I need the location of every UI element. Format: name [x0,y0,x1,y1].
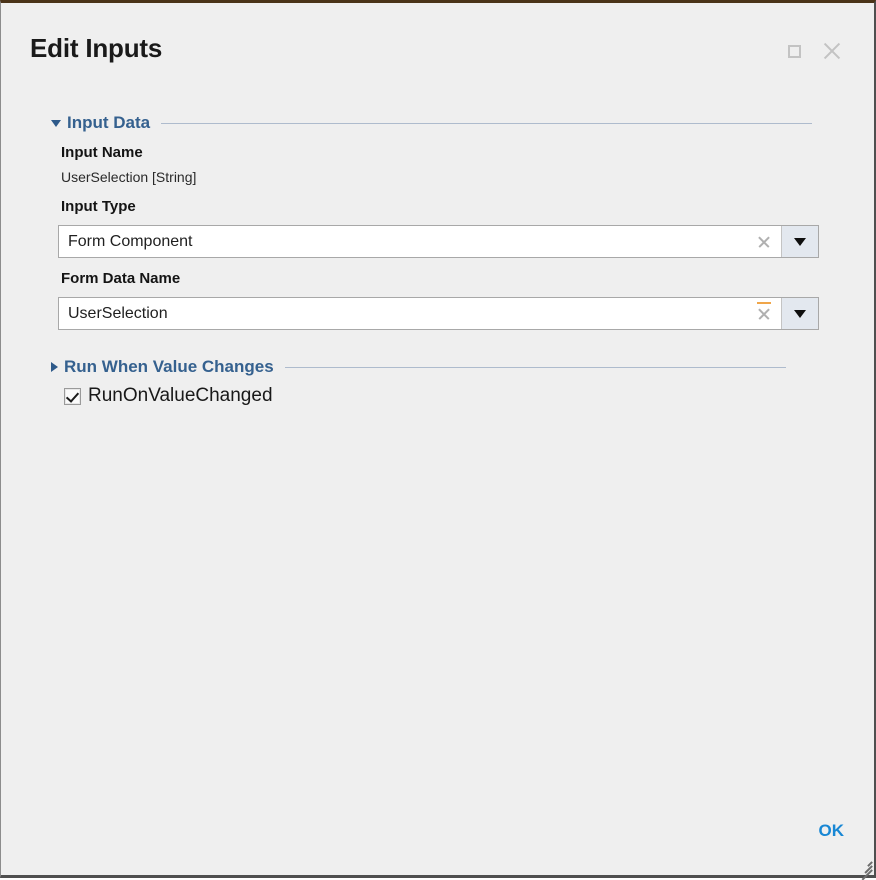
close-icon [822,41,842,61]
form-data-name-clear-button[interactable] [747,298,781,329]
input-type-value[interactable]: Form Component [59,226,747,257]
input-name-value: UserSelection [String] [61,169,197,185]
close-button[interactable] [820,39,844,63]
run-on-value-changed-checkbox[interactable] [64,387,81,405]
input-type-dropdown-button[interactable] [781,226,818,257]
chevron-right-icon [51,362,58,372]
form-data-name-value[interactable]: UserSelection [59,298,747,329]
group-header-run-when-value-changes-label: Run When Value Changes [64,357,274,376]
form-data-name-dropdown-button[interactable] [781,298,818,329]
dialog-title: Edit Inputs [30,33,163,63]
form-data-name-label: Form Data Name [61,270,181,287]
input-type-clear-button[interactable] [747,226,781,257]
chevron-down-icon [794,309,806,318]
window-controls [782,39,844,63]
input-type-combobox[interactable]: Form Component [58,225,819,258]
input-type-label: Input Type [61,198,136,215]
group-divider [284,366,786,368]
clear-icon [758,235,771,248]
run-on-value-changed-label: RunOnValueChanged [88,385,273,406]
form-data-name-combobox[interactable]: UserSelection [58,297,819,330]
maximize-icon [787,44,801,58]
modified-indicator [757,302,771,304]
group-header-input-data[interactable]: Input Data [51,112,813,134]
input-name-label: Input Name [61,144,143,161]
resize-grip-icon[interactable] [857,857,873,880]
chevron-down-icon [51,119,61,127]
group-header-input-data-label: Input Data [67,113,151,132]
group-header-run-when-value-changes[interactable]: Run When Value Changes [51,356,786,378]
ok-button[interactable]: OK [813,818,851,844]
clear-icon [757,302,771,320]
dialog-content: Input Data Input Name UserSelection [Str… [1,87,874,815]
edit-inputs-dialog: Edit Inputs Input Data Input Name UserSe… [0,0,876,880]
group-divider [161,122,813,124]
run-on-value-changed-row[interactable]: RunOnValueChanged [64,385,273,407]
dialog-titlebar: Edit Inputs [1,3,874,87]
maximize-button[interactable] [782,39,806,63]
chevron-down-icon [794,237,806,246]
dialog-footer: OK [1,815,874,880]
